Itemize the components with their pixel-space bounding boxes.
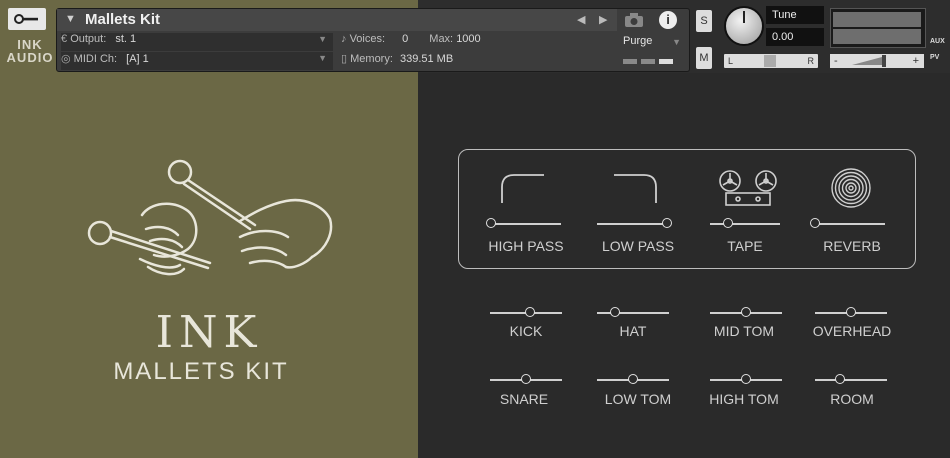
volume-slider[interactable]: - + [830,54,924,68]
max-label: Max: [429,33,454,45]
mixer-slider-knob[interactable] [741,307,751,317]
mixer-label-mid-tom: MID TOM [713,323,775,339]
midi-label: MIDI Ch: [73,53,118,65]
tune-knob-pointer [743,11,745,23]
mixer-label-kick: KICK [509,323,543,339]
info-icon[interactable]: i [659,11,677,29]
mixer-slider-knob[interactable] [628,374,638,384]
fx-label-tape: TAPE [727,238,763,254]
memory-icon: ▯ [341,53,348,65]
memory-row: ▯ Memory: 339.51 MB [341,52,611,70]
volume-minus-label: - [834,55,838,67]
instrument-name[interactable]: Mallets Kit [85,11,160,28]
logo-ink-text: INK [155,307,263,358]
tape-reel-icon [719,170,777,206]
volume-plus-label: + [912,55,919,67]
solo-button[interactable]: S [696,10,712,32]
output-selector[interactable]: € Output: st. 1 ▼ [61,33,333,51]
purge-led [641,59,655,64]
next-instrument-arrow-icon[interactable]: ▶ [599,13,607,26]
logo-product-name: MALLETS KIT [113,358,289,385]
fx-slider-knob[interactable] [486,218,496,228]
mixer-slider-knob[interactable] [521,374,531,384]
fx-slider-knob[interactable] [810,218,820,228]
mixer-label-room: ROOM [830,391,874,407]
mallets-hands-icon [87,159,333,276]
fx-slider-track[interactable] [491,223,561,225]
aux-button[interactable]: AUX [930,38,945,45]
fx-slider-track[interactable] [710,223,780,225]
collapse-arrow-icon[interactable]: ▼ [65,13,76,25]
memory-label: Memory: [350,53,393,65]
mixer-label-low-tom: LOW TOM [604,391,672,407]
fx-label-low-pass: LOW PASS [601,238,675,254]
fx-slider-knob[interactable] [722,218,733,228]
midi-icon: ◎ [61,53,71,65]
midi-dropdown-arrow-icon: ▼ [318,53,327,63]
artwork-panel: INK MALLETS KIT [0,73,418,458]
mixer-slider-knob[interactable] [846,307,856,317]
controls-panel: HIGH PASS LOW PASS TAPE REVERB KICK HAT … [418,73,950,458]
kontakt-header: INK AUDIO ▼ Mallets Kit ◀ ▶ i € Output: … [0,0,950,73]
mixer-slider-knob[interactable] [524,307,535,317]
fx-slider-track[interactable] [815,223,885,225]
volume-thumb[interactable] [882,55,886,67]
volume-ramp-icon [852,57,882,65]
purge-led [659,59,673,64]
output-dropdown-arrow-icon: ▼ [318,34,327,44]
output-label: Output: [70,33,107,45]
mixer-label-overhead: OVERHEAD [812,323,892,339]
level-meter [830,8,926,48]
max-voices-value[interactable]: 1000 [456,33,480,45]
purge-menu[interactable]: Purge ▼ [619,33,687,69]
mute-button[interactable]: M [696,47,712,69]
midi-channel-selector[interactable]: ◎ MIDI Ch: [A] 1 ▼ [61,52,333,70]
instrument-header-panel: ▼ Mallets Kit ◀ ▶ i € Output: st. 1 ▼ ◎ … [56,8,690,72]
wrench-button[interactable] [8,8,46,30]
instrument-title-row: ▼ Mallets Kit ◀ ▶ [57,9,617,31]
mixer-label-snare: SNARE [499,391,549,407]
purge-led [623,59,637,64]
fx-label-reverb: REVERB [823,238,881,254]
memory-value: 339.51 MB [399,53,454,65]
meter-bar-right [833,29,921,44]
pan-right-label: R [807,56,815,66]
voices-row: ♪ Voices: 0 Max: 1000 [341,33,611,51]
reverb-circles-icon [831,168,871,208]
fx-label-high-pass: HIGH PASS [488,238,564,254]
brand-logo-small: INK AUDIO [6,37,54,65]
output-value: st. 1 [115,33,137,45]
tune-label: Tune [766,6,824,24]
camera-icon[interactable] [623,12,645,28]
purge-label: Purge [623,35,653,47]
fx-slider-knob[interactable] [662,218,672,228]
output-icon: € [61,33,68,45]
mixer-slider-knob[interactable] [741,374,751,384]
wrench-icon [14,14,38,24]
mixer-slider-knob[interactable] [835,374,846,384]
pv-button[interactable]: PV [930,54,939,61]
mixer-label-high-tom: HIGH TOM [709,391,779,407]
fx-slider-track[interactable] [597,223,667,225]
mixer-slider-track[interactable] [597,312,669,314]
tune-value[interactable]: 0.00 [766,28,824,46]
voices-icon: ♪ [341,33,347,45]
purge-dropdown-arrow-icon: ▼ [672,37,681,47]
voices-value: 0 [402,33,409,45]
highpass-curve-icon [501,174,544,203]
midi-value: [A] 1 [126,53,149,65]
mixer-slider-track[interactable] [815,379,887,381]
mixer-slider-knob[interactable] [610,307,620,317]
mixer-label-hat: HAT [619,323,647,339]
pan-thumb[interactable] [764,55,776,67]
pan-left-label: L [728,56,734,66]
pan-slider[interactable]: L R [724,54,818,68]
voices-label: Voices: [349,33,386,45]
previous-instrument-arrow-icon[interactable]: ◀ [577,13,585,26]
tune-knob[interactable] [724,6,764,46]
meter-bar-left [833,12,921,27]
lowpass-curve-icon [614,174,657,203]
